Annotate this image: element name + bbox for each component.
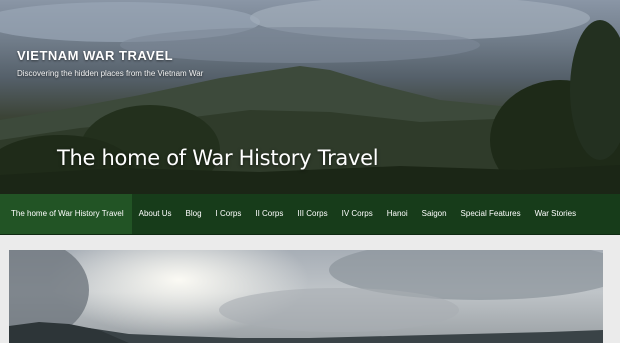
hero-headline: The home of War History Travel [57, 146, 379, 170]
nav-item-blog[interactable]: Blog [179, 194, 209, 234]
nav-item-iii-corps[interactable]: III Corps [290, 194, 334, 234]
nav-item-war-stories[interactable]: War Stories [528, 194, 584, 234]
nav-item-iv-corps[interactable]: IV Corps [335, 194, 380, 234]
header-hero-image: VIETNAM WAR TRAVEL Discovering the hidde… [0, 0, 620, 194]
nav-item-home[interactable]: The home of War History Travel [0, 194, 132, 234]
nav-item-hanoi[interactable]: Hanoi [380, 194, 415, 234]
nav-item-ii-corps[interactable]: II Corps [248, 194, 290, 234]
sky-landscape-image [9, 250, 603, 343]
nav-item-special-features[interactable]: Special Features [454, 194, 528, 234]
nav-item-i-corps[interactable]: I Corps [209, 194, 249, 234]
site-tagline: Discovering the hidden places from the V… [17, 69, 204, 78]
nav-item-about-us[interactable]: About Us [132, 194, 179, 234]
nav-item-saigon[interactable]: Saigon [415, 194, 454, 234]
featured-image[interactable] [9, 250, 603, 343]
main-navigation: The home of War History Travel About Us … [0, 194, 620, 235]
site-title[interactable]: VIETNAM WAR TRAVEL [17, 48, 173, 63]
